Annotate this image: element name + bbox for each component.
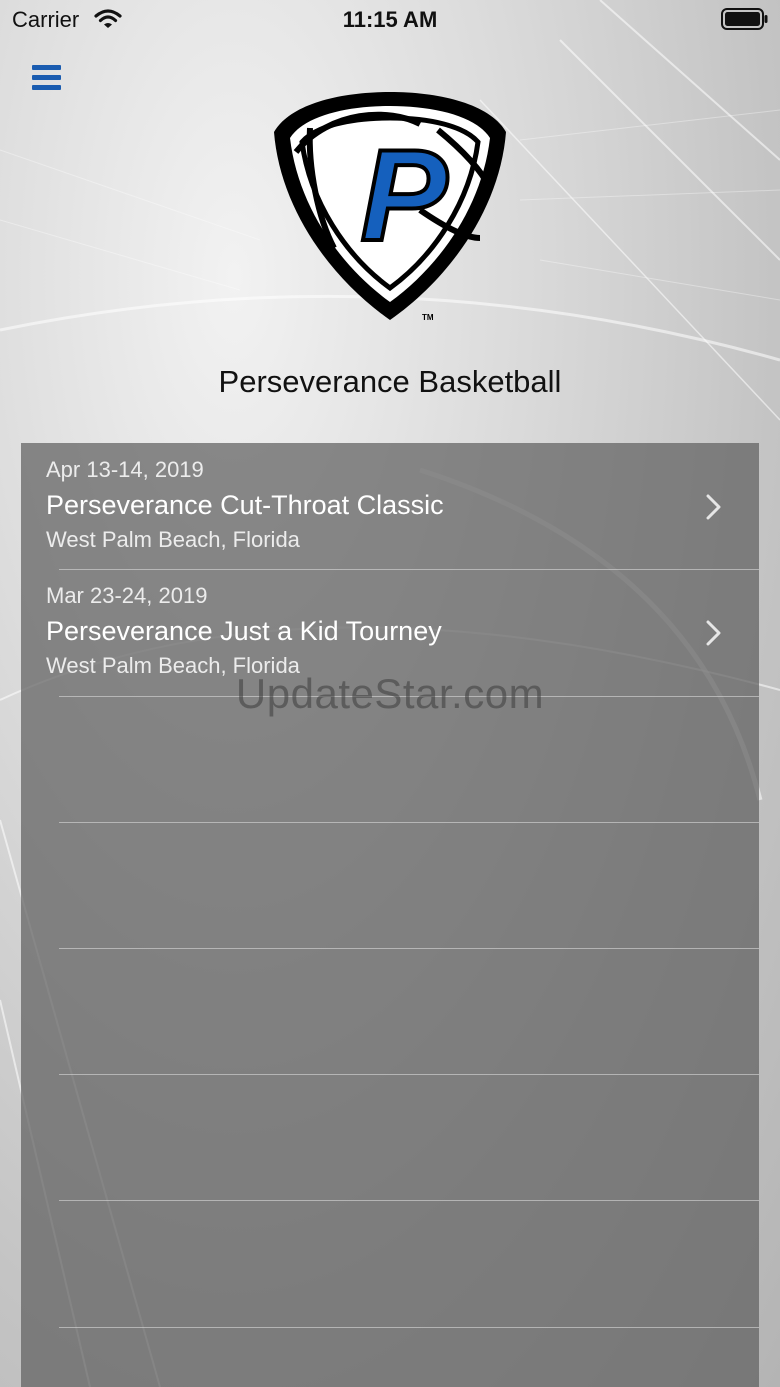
menu-bar [32, 65, 61, 70]
logo-letter: P [361, 122, 448, 268]
row-separator [59, 1074, 759, 1075]
app-screen: Carrier 11:15 AM P TM Perseverance Baske… [0, 0, 780, 1387]
events-list: Apr 13-14, 2019 Perseverance Cut-Throat … [21, 443, 759, 1387]
logo-trademark: TM [422, 313, 434, 322]
status-bar: Carrier 11:15 AM [0, 0, 780, 40]
chevron-right-icon [706, 494, 721, 520]
perseverance-logo: P TM [274, 92, 506, 322]
event-date: Mar 23-24, 2019 [46, 583, 208, 608]
chevron-right-icon [706, 620, 721, 646]
battery-icon [721, 8, 768, 30]
event-name: Perseverance Cut-Throat Classic [46, 490, 444, 520]
row-separator [59, 1327, 759, 1328]
event-row[interactable]: Apr 13-14, 2019 Perseverance Cut-Throat … [21, 443, 759, 569]
app-title: Perseverance Basketball [218, 364, 562, 399]
event-date: Apr 13-14, 2019 [46, 457, 204, 482]
row-separator [59, 822, 759, 823]
event-name: Perseverance Just a Kid Tourney [46, 616, 442, 646]
hamburger-menu-icon[interactable] [30, 62, 64, 94]
menu-bar [32, 85, 61, 90]
row-separator [59, 1200, 759, 1201]
status-time: 11:15 AM [342, 7, 438, 32]
watermark: UpdateStar.com [235, 670, 545, 717]
menu-bar [32, 75, 61, 80]
event-location: West Palm Beach, Florida [46, 527, 300, 552]
row-separator [59, 948, 759, 949]
